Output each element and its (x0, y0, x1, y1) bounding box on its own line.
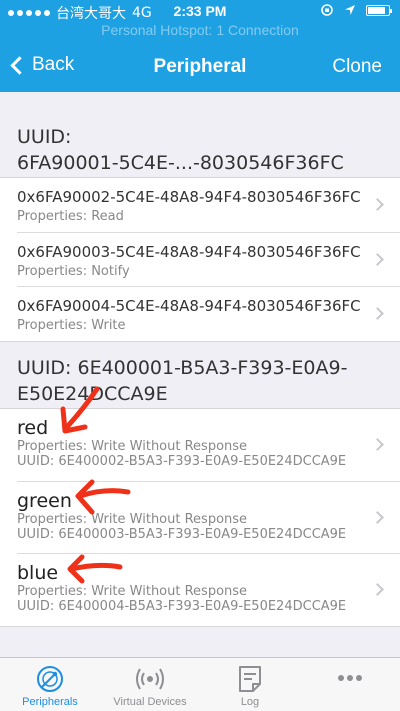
characteristic-properties: Properties: Read (17, 209, 124, 224)
chevron-right-icon (371, 438, 384, 451)
hotspot-banner[interactable]: Personal Hotspot: 1 Connection (0, 22, 400, 38)
orientation-lock-icon (321, 4, 333, 16)
characteristic-uuid: 0x6FA90002-5C4E-48A8-94F4-8030546F36FC (17, 188, 361, 206)
characteristic-uuid: UUID: 6E400004-B5A3-F393-E0A9-E50E24DCCA… (17, 599, 347, 614)
battery-icon (366, 4, 392, 16)
tab-label: Peripherals (22, 696, 78, 708)
location-arrow-icon (345, 5, 355, 15)
characteristic-properties: Properties: Write (17, 318, 126, 333)
characteristic-properties: Properties: Write Without Response (17, 439, 248, 454)
tab-virtual-devices[interactable]: Virtual Devices (100, 658, 200, 711)
annotation-arrow-icon (67, 554, 123, 584)
chevron-right-icon (371, 583, 384, 596)
tab-bar: Peripherals Virtual Devices Log (0, 657, 400, 711)
tab-more[interactable] (300, 658, 400, 711)
service-group: 0x6FA90002-5C4E-48A8-94F4-8030546F36FC P… (0, 177, 400, 342)
annotation-arrow-icon (60, 386, 100, 434)
characteristic-row[interactable]: 0x6FA90002-5C4E-48A8-94F4-8030546F36FC P… (17, 178, 400, 233)
tab-label: Virtual Devices (113, 696, 187, 708)
characteristic-uuid: UUID: 6E400002-B5A3-F393-E0A9-E50E24DCCA… (17, 454, 347, 469)
service-header: UUID: 6FA90001-5C4E-...-8030546F36FC (17, 126, 344, 174)
chevron-right-icon (371, 307, 384, 320)
characteristic-properties: Properties: Notify (17, 264, 130, 279)
chevron-right-icon (371, 511, 384, 524)
more-ellipsis-icon (338, 675, 362, 681)
characteristic-row[interactable]: 0x6FA90003-5C4E-48A8-94F4-8030546F36FC P… (17, 233, 400, 287)
characteristic-properties: Properties: Write Without Response (17, 512, 248, 527)
characteristic-row[interactable]: 0x6FA90004-5C4E-48A8-94F4-8030546F36FC P… (17, 287, 400, 341)
tab-peripherals[interactable]: Peripherals (0, 658, 100, 711)
navigation-bar: Back Peripheral Clone (0, 44, 400, 90)
peripherals-radar-icon (37, 666, 63, 692)
clone-button[interactable]: Clone (332, 56, 382, 78)
annotation-arrow-icon (75, 479, 131, 515)
top-bar: 台湾大哥大 4G 2:33 PM Personal Hotspot: 1 Con… (0, 0, 400, 92)
chevron-right-icon (371, 198, 384, 211)
tab-label: Log (240, 696, 260, 708)
characteristic-uuid: UUID: 6E400003-B5A3-F393-E0A9-E50E24DCCA… (17, 527, 347, 542)
characteristic-uuid: 0x6FA90004-5C4E-48A8-94F4-8030546F36FC (17, 297, 361, 315)
broadcast-icon (136, 668, 164, 690)
characteristic-name: green (17, 490, 72, 512)
characteristic-uuid: 0x6FA90003-5C4E-48A8-94F4-8030546F36FC (17, 243, 361, 261)
chevron-right-icon (371, 253, 384, 266)
status-bar: 台湾大哥大 4G 2:33 PM (0, 0, 400, 22)
log-note-icon (239, 666, 261, 692)
service-group: red Properties: Write Without Response U… (0, 408, 400, 627)
tab-log[interactable]: Log (200, 658, 300, 711)
